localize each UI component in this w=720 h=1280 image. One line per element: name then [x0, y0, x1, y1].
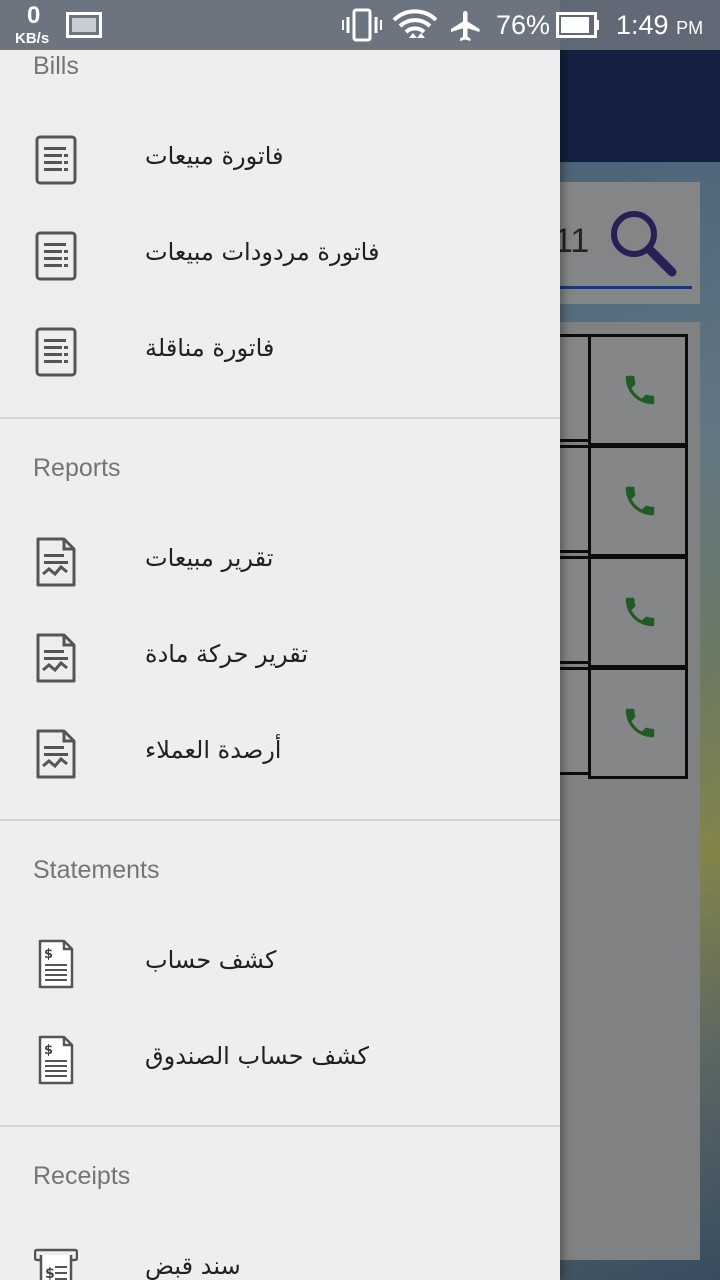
network-speed-value: 0 [27, 2, 41, 29]
svg-text:$: $ [44, 1043, 53, 1058]
report-icon [36, 537, 76, 587]
invoice-icon [35, 135, 77, 185]
divider [0, 417, 560, 419]
clock: 1:49 PM [616, 10, 703, 41]
receipt-icon: $ [34, 1248, 78, 1280]
menu-item-sales-report[interactable]: تقرير مبيعات [0, 514, 560, 610]
menu-item-label: فاتورة مردودات مبيعات [145, 238, 380, 266]
divider [0, 1125, 560, 1127]
image-notification-icon [66, 12, 102, 38]
menu-item-label: كشف حساب الصندوق [145, 1042, 369, 1070]
menu-item-transfer-invoice[interactable]: فاتورة مناقلة [0, 304, 560, 400]
svg-text:$: $ [44, 947, 53, 962]
wifi-icon [392, 9, 438, 38]
menu-item-label: سند قبض [145, 1252, 241, 1280]
section-header-statements: Statements [33, 856, 160, 884]
section-header-bills: Bills [33, 52, 79, 80]
invoice-icon [35, 231, 77, 281]
report-icon [36, 633, 76, 683]
network-speed-unit: KB/s [15, 30, 50, 47]
menu-item-label: فاتورة مبيعات [145, 142, 284, 170]
menu-item-item-movement-report[interactable]: تقرير حركة مادة [0, 610, 560, 706]
section-header-receipts: Receipts [33, 1162, 131, 1190]
menu-item-sales-invoice[interactable]: فاتورة مبيعات [0, 112, 560, 208]
airplane-mode-icon [451, 11, 480, 41]
menu-item-label: تقرير حركة مادة [145, 640, 309, 668]
battery-percent: 76% [496, 10, 551, 40]
vibrate-icon [342, 8, 382, 42]
dollar-document-icon: $ [38, 1035, 74, 1085]
report-icon [36, 729, 76, 779]
svg-text:$: $ [45, 1266, 55, 1280]
navigation-drawer: Bills فاتورة مبيعات فاتورة مردودات مبيعا… [0, 0, 560, 1280]
clock-time: 1:49 [616, 10, 669, 40]
menu-item-sales-returns-invoice[interactable]: فاتورة مردودات مبيعات [0, 208, 560, 304]
clock-ampm: PM [676, 18, 704, 38]
menu-item-label: أرصدة العملاء [145, 736, 282, 764]
status-bar: 0 KB/s 76% 1:49 PM [0, 0, 720, 50]
divider [0, 819, 560, 821]
menu-item-cashbox-statement[interactable]: $ كشف حساب الصندوق [0, 1012, 560, 1108]
menu-item-label: كشف حساب [145, 946, 277, 974]
menu-item-customer-balances[interactable]: أرصدة العملاء [0, 706, 560, 802]
battery-icon [556, 12, 599, 38]
menu-item-label: فاتورة مناقلة [145, 334, 275, 362]
menu-item-account-statement[interactable]: $ كشف حساب [0, 916, 560, 1012]
dollar-document-icon: $ [38, 939, 74, 989]
menu-item-receipt-voucher[interactable]: $ سند قبض [0, 1222, 560, 1280]
menu-item-label: تقرير مبيعات [145, 544, 274, 572]
section-header-reports: Reports [33, 454, 121, 482]
invoice-icon [35, 327, 77, 377]
